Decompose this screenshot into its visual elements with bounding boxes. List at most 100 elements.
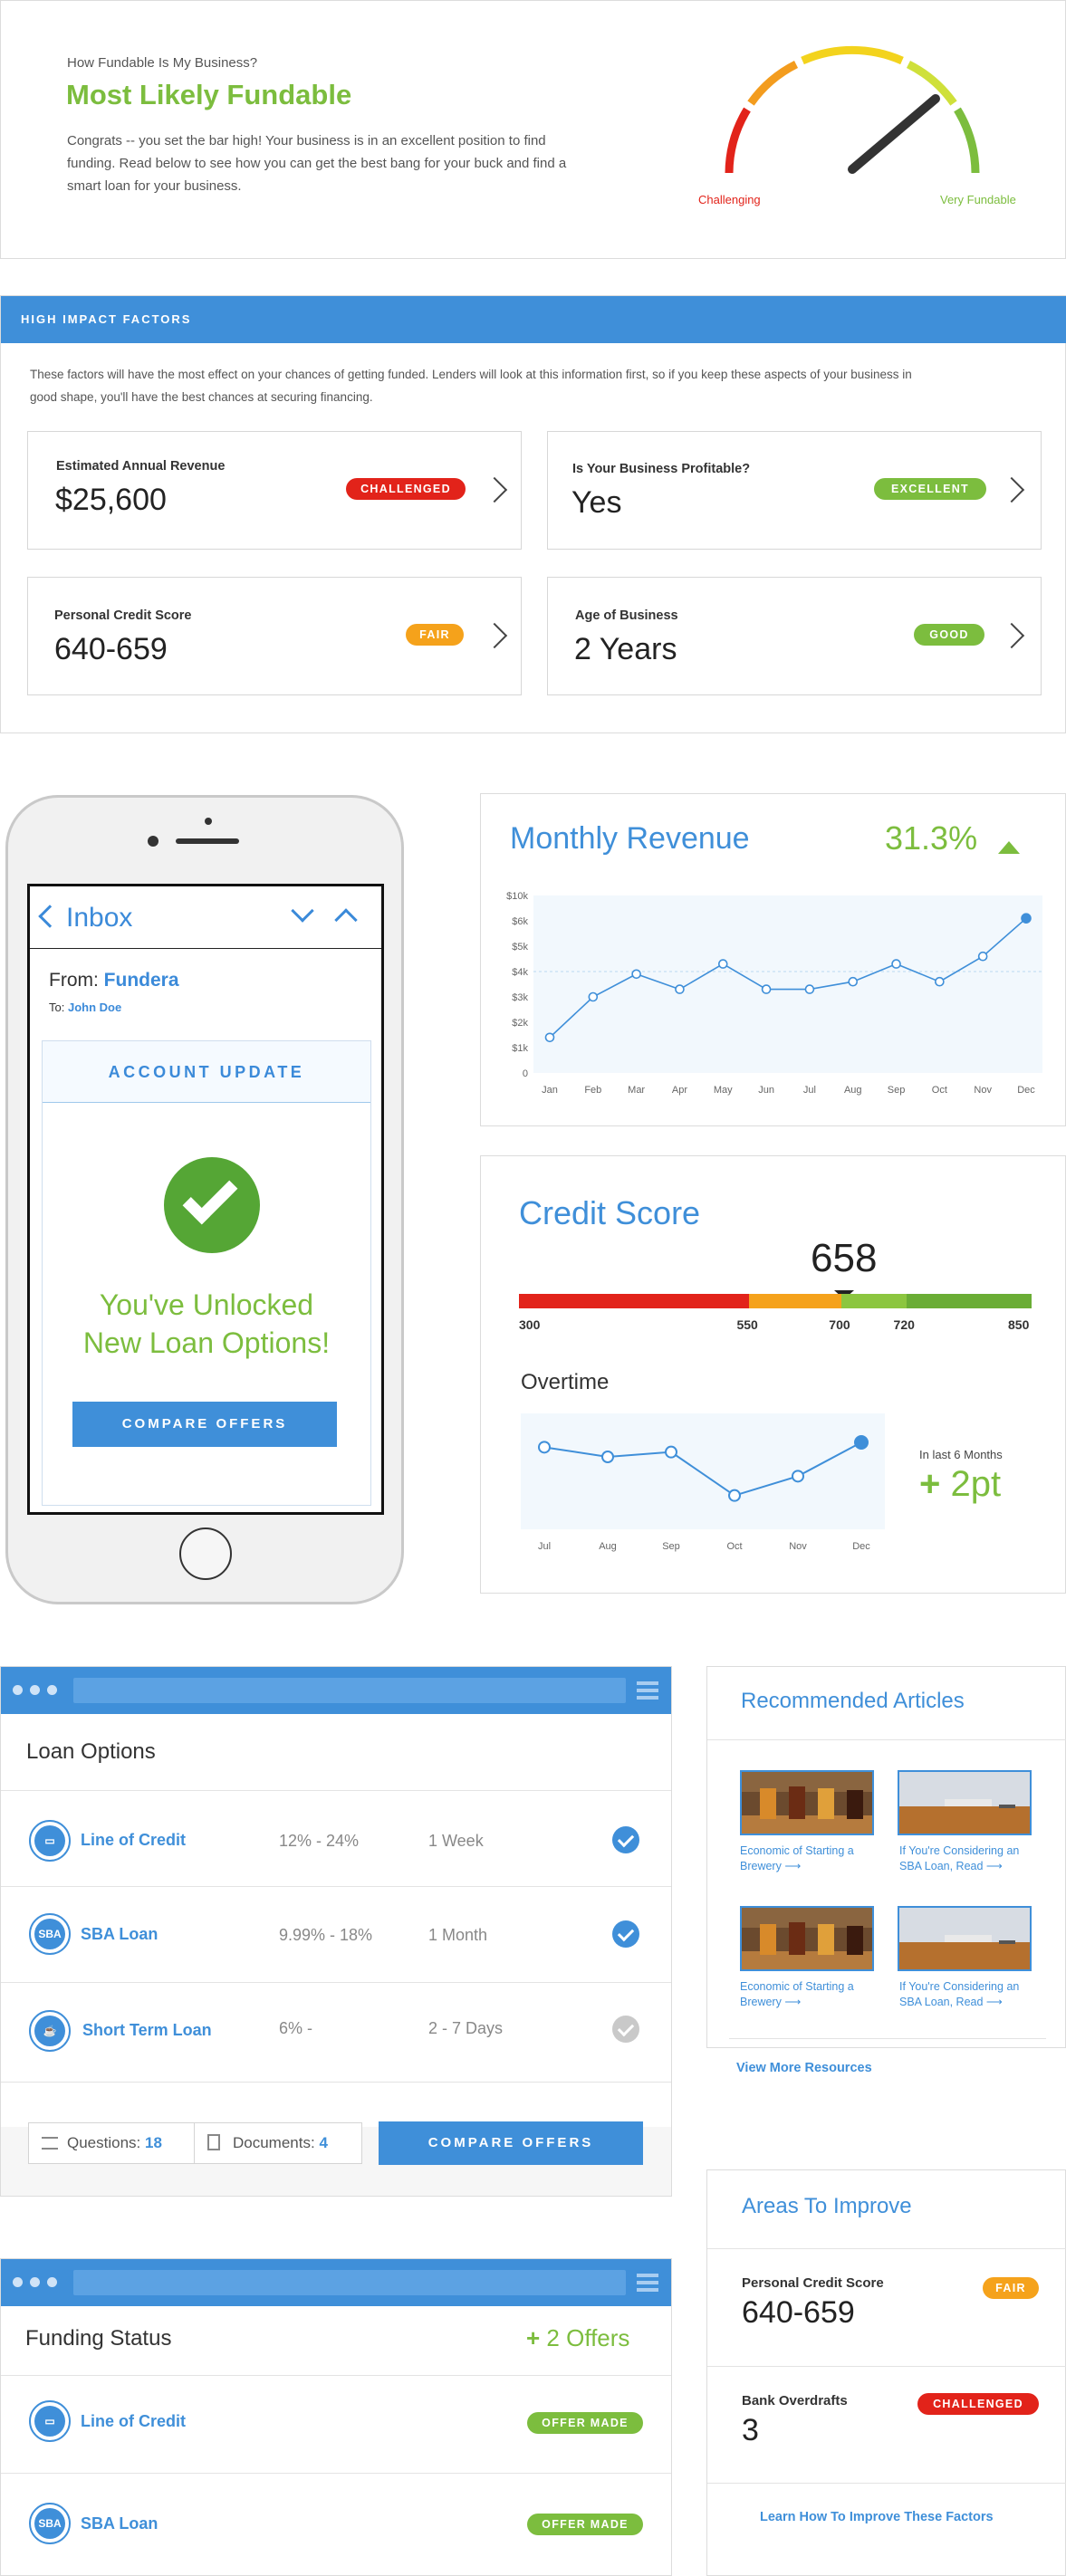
article-caption[interactable]: If You're Considering an SBA Loan, Read … bbox=[899, 1843, 1019, 1874]
factor-card-revenue[interactable]: Estimated Annual Revenue $25,600 CHALLEN… bbox=[27, 431, 522, 550]
to-value[interactable]: John Doe bbox=[68, 1001, 121, 1014]
revenue-point bbox=[891, 959, 901, 969]
article-thumbnail-beer[interactable] bbox=[740, 1770, 874, 1835]
window-dot bbox=[30, 1685, 40, 1695]
loan-time: 1 Week bbox=[428, 1832, 484, 1850]
window-titlebar bbox=[1, 2259, 671, 2306]
factor-title: Is Your Business Profitable? bbox=[572, 462, 751, 476]
chart-plot-area bbox=[533, 895, 1042, 1073]
inbox-back-icon[interactable] bbox=[38, 905, 62, 928]
overtime-point bbox=[728, 1489, 741, 1502]
loan-row-line-of-credit[interactable]: ▭ Line of Credit 12% - 24% 1 Week bbox=[1, 1791, 671, 1885]
loan-options-title: Loan Options bbox=[26, 1739, 156, 1764]
check-icon[interactable] bbox=[612, 1920, 639, 1948]
x-tick-label: Sep bbox=[888, 1085, 906, 1096]
credit-scale-segment bbox=[841, 1294, 907, 1308]
funding-status-window: Funding Status + 2 Offers ▭ Line of Cred… bbox=[0, 2258, 672, 2576]
funding-row[interactable]: ▭ Line of Credit OFFER MADE bbox=[1, 2376, 671, 2472]
chevron-up-icon[interactable] bbox=[334, 908, 358, 932]
y-tick-label: $6k bbox=[512, 916, 528, 927]
loan-row-short-term[interactable]: ☕ Short Term Loan 6% - 2 - 7 Days bbox=[1, 1983, 671, 2081]
funding-row[interactable]: SBA SBA Loan OFFER MADE bbox=[1, 2474, 671, 2573]
status-badge: EXCELLENT bbox=[874, 478, 986, 500]
arrow-right-icon: ⟶ bbox=[985, 1860, 1003, 1872]
article-thumbnail-desk[interactable] bbox=[898, 1906, 1032, 1971]
revenue-change: 31.3% bbox=[885, 819, 978, 857]
funding-name: SBA Loan bbox=[81, 2514, 158, 2533]
account-update-title: ACCOUNT UPDATE bbox=[108, 1063, 305, 1081]
documents-label: Documents: bbox=[233, 2134, 315, 2151]
factor-value: Yes bbox=[571, 485, 622, 520]
chevron-right-icon[interactable] bbox=[481, 622, 508, 649]
x-tick-label: Oct bbox=[726, 1541, 742, 1552]
factor-card-age[interactable]: Age of Business 2 Years GOOD bbox=[547, 577, 1042, 695]
y-tick-label: $4k bbox=[512, 967, 528, 978]
plus-icon: + bbox=[919, 1464, 941, 1504]
loan-options-window: Loan Options ▭ Line of Credit 12% - 24% … bbox=[0, 1666, 672, 2197]
fundability-text: Congrats -- you set the bar high! Your b… bbox=[67, 133, 567, 194]
check-icon[interactable] bbox=[612, 1826, 639, 1853]
revenue-point bbox=[761, 984, 772, 994]
email-to: To: John Doe bbox=[49, 1001, 121, 1014]
loan-rate: 12% - 24% bbox=[279, 1832, 360, 1850]
compare-offers-button[interactable]: COMPARE OFFERS bbox=[72, 1402, 337, 1447]
overtime-point bbox=[792, 1470, 804, 1483]
loan-row-sba[interactable]: SBA SBA Loan 9.99% - 18% 1 Month bbox=[1, 1887, 671, 1981]
x-tick-label: Feb bbox=[584, 1085, 601, 1096]
funding-name: Line of Credit bbox=[81, 2412, 186, 2430]
status-badge: CHALLENGED bbox=[917, 2393, 1039, 2415]
x-tick-label: Dec bbox=[1017, 1085, 1035, 1096]
factor-card-profitable[interactable]: Is Your Business Profitable? Yes EXCELLE… bbox=[547, 431, 1042, 550]
revenue-point bbox=[1021, 913, 1032, 924]
chevron-right-icon[interactable] bbox=[998, 476, 1025, 503]
documents-count: 4 bbox=[319, 2134, 328, 2151]
to-label: To: bbox=[49, 1001, 65, 1014]
window-dot bbox=[13, 2277, 23, 2287]
arrow-right-icon: ⟶ bbox=[985, 1996, 1003, 2008]
chevron-right-icon[interactable] bbox=[998, 622, 1025, 649]
plus-icon: + bbox=[526, 2324, 541, 2351]
credit-scale-tick: 550 bbox=[736, 1317, 758, 1332]
loan-name: Short Term Loan bbox=[82, 2021, 212, 2039]
compare-offers-button[interactable]: COMPARE OFFERS bbox=[379, 2121, 643, 2165]
article-thumbnail-beer[interactable] bbox=[740, 1906, 874, 1971]
loan-name: SBA Loan bbox=[81, 1925, 158, 1943]
window-address-bar[interactable] bbox=[73, 1678, 626, 1703]
window-dot bbox=[30, 2277, 40, 2287]
improve-item-value: 640-659 bbox=[742, 2295, 855, 2330]
article-caption[interactable]: Economic of Starting a Brewery ⟶ bbox=[740, 1843, 854, 1874]
factor-value: 640-659 bbox=[54, 632, 168, 666]
article-caption[interactable]: Economic of Starting a Brewery ⟶ bbox=[740, 1979, 854, 2010]
unlock-line-2: New Loan Options! bbox=[82, 1326, 331, 1359]
areas-to-improve-card: Areas To Improve Personal Credit Score 6… bbox=[706, 2169, 1066, 2576]
x-tick-label: Jul bbox=[538, 1541, 551, 1552]
from-value[interactable]: Fundera bbox=[104, 970, 179, 991]
factor-value: 2 Years bbox=[574, 632, 677, 666]
home-button[interactable] bbox=[179, 1527, 232, 1580]
trend-up-icon bbox=[998, 841, 1020, 854]
credit-scale-tick: 720 bbox=[893, 1317, 915, 1332]
x-tick-label: Nov bbox=[789, 1541, 807, 1552]
loan-rate: 6% - bbox=[279, 2019, 313, 2037]
learn-improve-link[interactable]: Learn How To Improve These Factors bbox=[760, 2510, 994, 2524]
status-badge: GOOD bbox=[914, 624, 984, 646]
article-caption[interactable]: If You're Considering an SBA Loan, Read … bbox=[899, 1979, 1019, 2010]
credit-change: + 2pt bbox=[919, 1464, 1001, 1505]
window-address-bar[interactable] bbox=[73, 2270, 626, 2295]
loan-time: 2 - 7 Days bbox=[428, 2019, 504, 2037]
fundability-card: How Fundable Is My Business? Most Likely… bbox=[0, 0, 1066, 259]
credit-scale-ticks: 300 550 700 720 850 bbox=[519, 1317, 1032, 1336]
chevron-down-icon[interactable] bbox=[291, 899, 314, 923]
documents-pill[interactable]: Documents: 4 bbox=[194, 2122, 362, 2164]
chevron-right-icon[interactable] bbox=[481, 476, 508, 503]
article-thumbnail-desk[interactable] bbox=[898, 1770, 1032, 1835]
window-dot bbox=[47, 2277, 57, 2287]
factor-card-credit[interactable]: Personal Credit Score 640-659 FAIR bbox=[27, 577, 522, 695]
questions-pill[interactable]: Questions: 18 bbox=[28, 2122, 195, 2164]
from-label: From: bbox=[49, 970, 99, 991]
inbox-divider bbox=[30, 948, 381, 949]
check-icon[interactable] bbox=[612, 2016, 639, 2043]
credit-scale-tick: 300 bbox=[519, 1317, 541, 1332]
improve-item-title: Bank Overdrafts bbox=[742, 2393, 848, 2408]
view-more-resources-link[interactable]: View More Resources bbox=[736, 2061, 872, 2075]
